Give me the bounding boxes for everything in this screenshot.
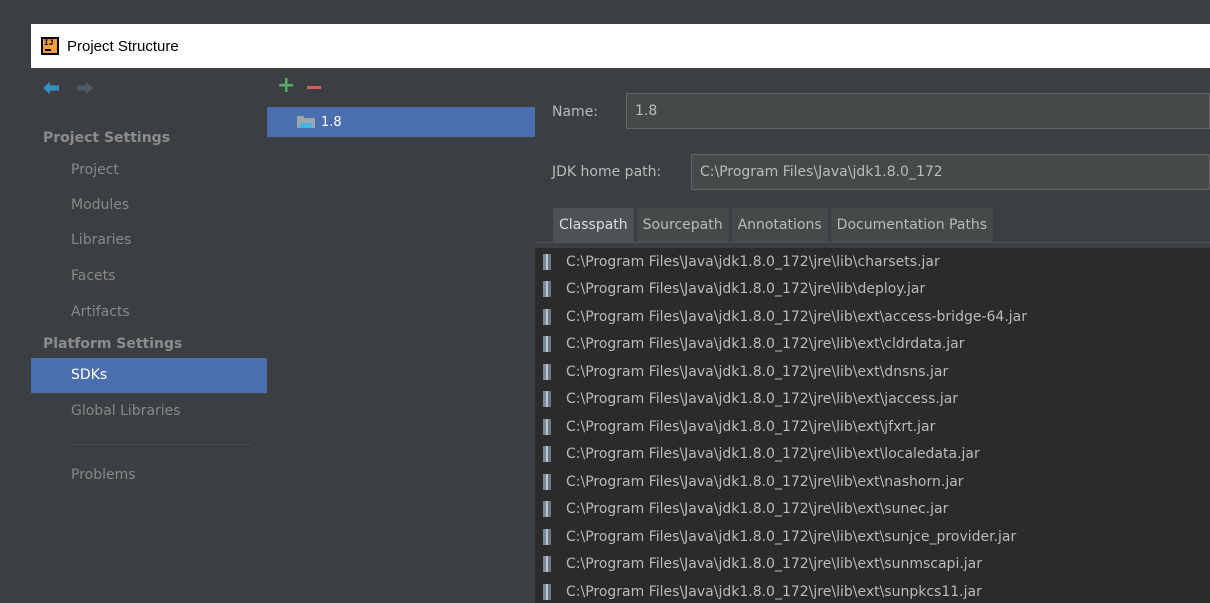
sidebar-item-project[interactable]: Project <box>31 153 267 188</box>
jar-file-icon <box>543 446 551 463</box>
sdk-details-panel: Name: 1.8 JDK home path: C:\Program File… <box>535 68 1210 603</box>
intellij-logo-icon: IJ <box>41 37 59 55</box>
path-tabs: Classpath Sourcepath Annotations Documen… <box>553 208 996 242</box>
classpath-entry: C:\Program Files\Java\jdk1.8.0_172\jre\l… <box>566 308 1027 325</box>
sidebar: Project Settings Project Modules Librari… <box>31 68 268 603</box>
jar-file-icon <box>543 473 551 490</box>
jdk-folder-icon <box>297 115 317 129</box>
sidebar-item-facets[interactable]: Facets <box>31 259 267 294</box>
jar-file-icon <box>543 363 551 380</box>
classpath-entry: C:\Program Files\Java\jdk1.8.0_172\jre\l… <box>566 363 949 380</box>
classpath-entry: C:\Program Files\Java\jdk1.8.0_172\jre\l… <box>566 336 965 353</box>
classpath-entry: C:\Program Files\Java\jdk1.8.0_172\jre\l… <box>566 473 964 490</box>
jar-file-icon <box>543 253 551 270</box>
title-bar: IJ Project Structure <box>31 24 1210 68</box>
classpath-list[interactable]: C:\Program Files\Java\jdk1.8.0_172\jre\l… <box>535 248 1210 603</box>
forward-arrow-icon[interactable] <box>77 82 93 94</box>
classpath-row[interactable]: C:\Program Files\Java\jdk1.8.0_172\jre\l… <box>535 413 1210 441</box>
classpath-row[interactable]: C:\Program Files\Java\jdk1.8.0_172\jre\l… <box>535 468 1210 496</box>
jar-file-icon <box>543 418 551 435</box>
sdk-list-panel: + 1.8 <box>267 68 536 603</box>
sidebar-item-libraries[interactable]: Libraries <box>31 223 267 258</box>
tab-sourcepath[interactable]: Sourcepath <box>636 208 730 242</box>
classpath-entry: C:\Program Files\Java\jdk1.8.0_172\jre\l… <box>566 556 983 573</box>
tab-divider <box>535 242 1210 243</box>
jar-file-icon <box>543 281 551 298</box>
classpath-entry: C:\Program Files\Java\jdk1.8.0_172\jre\l… <box>566 281 926 298</box>
sidebar-item-modules[interactable]: Modules <box>31 188 267 223</box>
jar-file-icon <box>543 583 551 600</box>
classpath-entry: C:\Program Files\Java\jdk1.8.0_172\jre\l… <box>566 391 959 408</box>
platform-settings-header: Platform Settings <box>43 336 183 352</box>
desktop-background-left <box>0 24 31 603</box>
nav-arrows <box>43 82 93 94</box>
classpath-row[interactable]: C:\Program Files\Java\jdk1.8.0_172\jre\l… <box>535 496 1210 524</box>
classpath-entry: C:\Program Files\Java\jdk1.8.0_172\jre\l… <box>566 583 982 600</box>
classpath-row[interactable]: C:\Program Files\Java\jdk1.8.0_172\jre\l… <box>535 386 1210 414</box>
jar-file-icon <box>543 528 551 545</box>
classpath-row[interactable]: C:\Program Files\Java\jdk1.8.0_172\jre\l… <box>535 303 1210 331</box>
classpath-entry: C:\Program Files\Java\jdk1.8.0_172\jre\l… <box>566 528 1017 545</box>
window-title: Project Structure <box>67 37 179 55</box>
jar-file-icon <box>543 556 551 573</box>
classpath-entry: C:\Program Files\Java\jdk1.8.0_172\jre\l… <box>566 253 940 270</box>
back-arrow-icon[interactable] <box>43 82 59 94</box>
classpath-entry: C:\Program Files\Java\jdk1.8.0_172\jre\l… <box>566 501 949 518</box>
remove-icon[interactable] <box>307 85 322 89</box>
sidebar-divider <box>71 444 251 445</box>
classpath-row[interactable]: C:\Program Files\Java\jdk1.8.0_172\jre\l… <box>535 358 1210 386</box>
classpath-row[interactable]: C:\Program Files\Java\jdk1.8.0_172\jre\l… <box>535 551 1210 579</box>
classpath-row[interactable]: C:\Program Files\Java\jdk1.8.0_172\jre\l… <box>535 441 1210 469</box>
sdk-list-item[interactable]: 1.8 <box>267 107 535 137</box>
classpath-row[interactable]: C:\Program Files\Java\jdk1.8.0_172\jre\l… <box>535 523 1210 551</box>
tab-annotations[interactable]: Annotations <box>731 208 829 242</box>
sidebar-item-sdks[interactable]: SDKs <box>31 358 267 393</box>
classpath-entry: C:\Program Files\Java\jdk1.8.0_172\jre\l… <box>566 418 936 435</box>
desktop-background-top <box>0 0 1210 24</box>
add-icon[interactable]: + <box>277 75 295 97</box>
classpath-row[interactable]: C:\Program Files\Java\jdk1.8.0_172\jre\l… <box>535 578 1210 603</box>
sdk-toolbar: + <box>277 75 322 97</box>
jdk-home-path-label: JDK home path: <box>552 164 662 180</box>
jar-file-icon <box>543 391 551 408</box>
jar-file-icon <box>543 501 551 518</box>
sidebar-item-artifacts[interactable]: Artifacts <box>31 295 267 330</box>
classpath-row[interactable]: C:\Program Files\Java\jdk1.8.0_172\jre\l… <box>535 331 1210 359</box>
sidebar-item-problems[interactable]: Problems <box>31 458 267 493</box>
jar-file-icon <box>543 336 551 353</box>
classpath-row[interactable]: C:\Program Files\Java\jdk1.8.0_172\jre\l… <box>535 276 1210 304</box>
tab-documentation-paths[interactable]: Documentation Paths <box>830 208 995 242</box>
name-field[interactable]: 1.8 <box>626 93 1210 129</box>
tab-classpath[interactable]: Classpath <box>553 208 635 242</box>
name-label: Name: <box>552 104 599 120</box>
classpath-entry: C:\Program Files\Java\jdk1.8.0_172\jre\l… <box>566 446 980 463</box>
jar-file-icon <box>543 308 551 325</box>
sidebar-item-global-libraries[interactable]: Global Libraries <box>31 394 267 429</box>
project-settings-header: Project Settings <box>43 130 171 146</box>
jdk-home-path-field[interactable]: C:\Program Files\Java\jdk1.8.0_172 <box>691 154 1210 190</box>
sdk-item-label: 1.8 <box>321 114 342 130</box>
classpath-row[interactable]: C:\Program Files\Java\jdk1.8.0_172\jre\l… <box>535 248 1210 276</box>
